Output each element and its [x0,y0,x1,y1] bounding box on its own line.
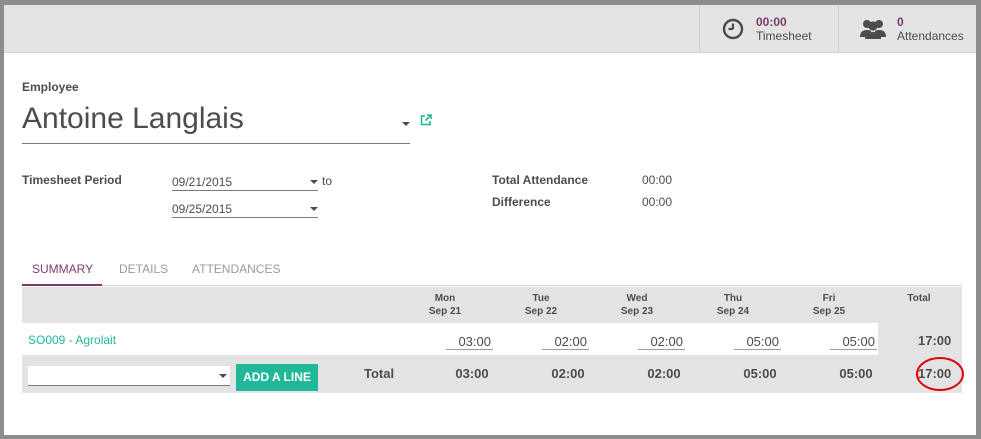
footer-total-tue: 02:00 [551,366,585,381]
column-date: Sep 21 [428,306,462,317]
column-header-total: Total [907,293,931,304]
tab-attendances[interactable]: ATTENDANCES [192,259,280,286]
column-day: Wed [626,293,648,304]
column-day: Mon [434,293,456,304]
hours-input-tue[interactable]: 02:00 [542,332,589,350]
employee-dropdown-caret-icon[interactable] [402,122,410,126]
column-day: Thu [723,293,743,304]
column-date: Sep 24 [716,306,750,317]
period-to-caret-icon[interactable] [310,207,318,211]
tab-details[interactable]: DETAILS [119,259,168,286]
attendances-stat-text: 0 Attendances [897,15,964,43]
row-total-value: 17:00 [918,333,952,348]
hours-input-thu[interactable]: 05:00 [734,332,781,350]
total-attendance-value: 00:00 [642,173,673,187]
column-header-mon: Mon Sep 21 [400,292,490,318]
column-header-thu: Thu Sep 24 [688,292,778,318]
footer-total-wed: 02:00 [647,366,681,381]
users-icon [860,20,886,39]
period-to-value: 09/25/2015 [172,202,233,216]
footer-total-label: Total [364,366,395,381]
project-link[interactable]: SO009 - Agrolait [28,333,116,347]
clock-icon [722,18,744,40]
column-header-fri: Fri Sep 25 [784,292,874,318]
column-header-tue: Tue Sep 22 [496,292,586,318]
timesheet-period-label: Timesheet Period [22,173,122,187]
period-from-value: 09/21/2015 [172,175,233,189]
add-a-line-button[interactable]: ADD A LINE [236,364,318,391]
difference-value: 00:00 [642,195,673,209]
window-frame: 00:00 Timesheet 0 Attendances Employee A… [0,0,981,439]
column-date: Sep 22 [524,306,558,317]
column-header-wed: Wed Sep 23 [592,292,682,318]
difference-label: Difference [492,195,551,209]
employee-label: Employee [22,80,79,94]
timesheet-stat-text: 00:00 Timesheet [756,15,812,43]
period-to-word: to [322,174,333,188]
column-day: Fri [822,293,836,304]
period-to-field[interactable]: 09/25/2015 [172,198,318,218]
tab-summary[interactable]: SUMMARY [22,259,103,286]
select-dropdown-caret-icon[interactable] [219,374,227,378]
footer-total-thu: 05:00 [743,366,777,381]
hours-input-fri[interactable]: 05:00 [830,332,877,350]
attendances-stat-value: 0 [897,15,904,29]
annotation-circle [916,357,964,391]
summary-table-header: Mon Sep 21 Tue Sep 22 Wed Sep 23 Thu Sep… [22,287,962,323]
attendances-stat-button[interactable]: 0 Attendances [838,5,978,53]
external-link-icon[interactable] [419,113,433,127]
total-attendance-label: Total Attendance [492,173,589,187]
period-from-field[interactable]: 09/21/2015 [172,171,318,191]
timesheet-stat-button[interactable]: 00:00 Timesheet [699,5,838,53]
column-date: Sep 23 [620,306,654,317]
add-line-project-select[interactable] [28,366,230,386]
period-from-caret-icon[interactable] [310,180,318,184]
timesheet-stat-label: Timesheet [756,29,812,43]
column-day: Tue [532,293,550,304]
hours-input-wed[interactable]: 02:00 [638,332,685,350]
footer-total-mon: 03:00 [455,366,489,381]
timesheet-stat-value: 00:00 [756,15,787,29]
top-stat-bar: 00:00 Timesheet 0 Attendances [4,5,976,53]
hours-input-mon[interactable]: 03:00 [446,332,493,350]
employee-name-value: Antoine Langlais [22,102,244,135]
column-date: Sep 25 [812,306,846,317]
sheet-tabs: SUMMARY DETAILS ATTENDANCES [22,259,962,286]
footer-total-fri: 05:00 [839,366,873,381]
employee-name-field[interactable]: Antoine Langlais [22,101,410,144]
attendances-stat-label: Attendances [897,29,964,43]
